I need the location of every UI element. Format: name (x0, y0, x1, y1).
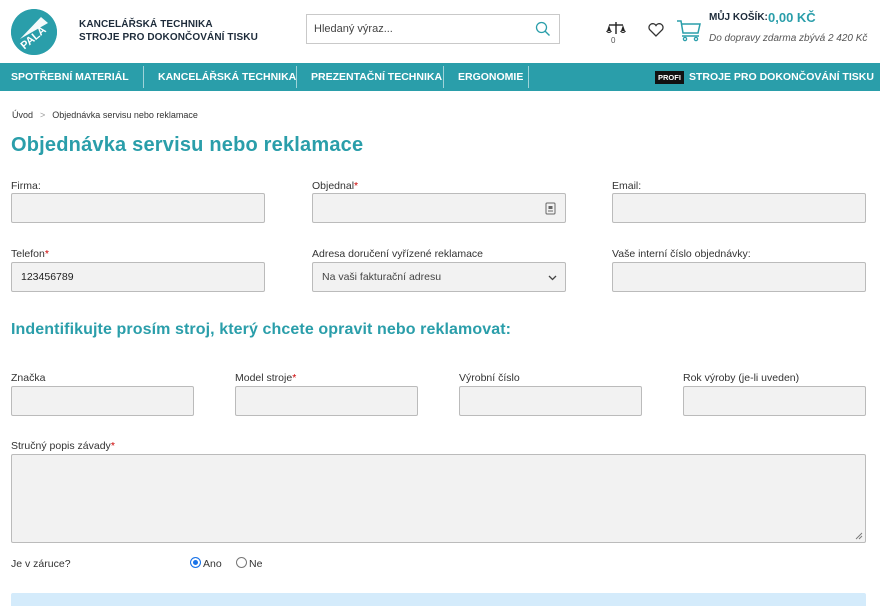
required-mark: * (354, 180, 359, 192)
required-mark: * (292, 372, 297, 384)
brand-text[interactable]: KANCELÁŘSKÁ TECHNIKA STROJE PRO DOKONČOV… (79, 18, 258, 44)
cart-price[interactable]: 0,00 KČ (768, 10, 816, 25)
free-shipping-note: Do dopravy zdarma zbývá 2 420 Kč (709, 33, 868, 44)
objednal-label-text: Objednal (312, 180, 355, 192)
nav-divider (143, 66, 144, 88)
popis-field (11, 454, 866, 543)
required-mark: * (110, 440, 115, 452)
search-box (306, 14, 560, 44)
model-label-text: Model stroje (235, 372, 293, 384)
vyrobni-cislo-field (459, 386, 642, 416)
rok-vyroby-label: Rok výroby (je-li uveden) (683, 372, 800, 384)
adresa-select[interactable]: Na vaši fakturační adresu (313, 263, 565, 291)
nav-divider (296, 66, 297, 88)
search-icon[interactable] (535, 21, 551, 37)
info-box (11, 593, 866, 606)
nav-item-prezentacni-technika[interactable]: PREZENTAČNÍ TECHNIKA (311, 63, 442, 91)
rok-vyroby-field (683, 386, 866, 416)
firma-label: Firma: (11, 180, 41, 192)
logo[interactable]: PALA (11, 9, 57, 55)
nav-divider (443, 66, 444, 88)
firma-field (11, 193, 265, 223)
profi-badge: PROFI (655, 71, 684, 84)
objednal-input[interactable] (313, 194, 565, 222)
vyrobni-cislo-input[interactable] (460, 387, 641, 415)
znacka-label: Značka (11, 372, 46, 384)
breadcrumb: Úvod > Objednávka servisu nebo reklamace (12, 110, 198, 120)
zaruka-ne-label[interactable]: Ne (249, 558, 262, 570)
brand-line1: KANCELÁŘSKÁ TECHNIKA (79, 19, 213, 30)
compare-count: 0 (611, 36, 616, 45)
adresa-label: Adresa doručení vyřízené reklamace (312, 248, 483, 260)
firma-input[interactable] (12, 194, 264, 222)
breadcrumb-current: Objednávka servisu nebo reklamace (52, 110, 198, 120)
znacka-field (11, 386, 194, 416)
machine-section-title: Indentifikujte prosím stroj, který chcet… (11, 321, 512, 338)
model-field (235, 386, 418, 416)
model-label: Model stroje* (235, 372, 296, 384)
adresa-select-field: Na vaši fakturační adresu (312, 262, 566, 292)
telefon-label-text: Telefon (11, 248, 45, 260)
nav-item-spotrebni-material[interactable]: SPOTŘEBNÍ MATERIÁL (11, 63, 129, 91)
popis-label: Stručný popis závady* (11, 440, 115, 452)
interni-cislo-field (612, 262, 866, 292)
key-icon[interactable] (545, 202, 556, 215)
zaruka-ano-label[interactable]: Ano (203, 558, 222, 570)
breadcrumb-home[interactable]: Úvod (12, 110, 33, 120)
heart-icon[interactable] (647, 21, 665, 39)
zaruka-ne-radio[interactable] (236, 557, 247, 568)
zaruka-ano-radio[interactable] (190, 557, 201, 568)
email-field (612, 193, 866, 223)
logo-mark: PALA (11, 9, 57, 55)
telefon-field (11, 262, 265, 292)
main-nav: SPOTŘEBNÍ MATERIÁL KANCELÁŘSKÁ TECHNIKA … (0, 63, 880, 91)
interni-cislo-input[interactable] (613, 263, 865, 291)
rok-vyroby-input[interactable] (684, 387, 865, 415)
search-input[interactable] (314, 15, 534, 43)
popis-label-text: Stručný popis závady (11, 440, 111, 452)
header: PALA KANCELÁŘSKÁ TECHNIKA STROJE PRO DOK… (0, 0, 880, 62)
nav-item-kancelarska-technika[interactable]: KANCELÁŘSKÁ TECHNIKA (158, 63, 296, 91)
resize-grip-icon[interactable] (855, 532, 863, 540)
page-title: Objednávka servisu nebo reklamace (11, 134, 364, 156)
model-input[interactable] (236, 387, 417, 415)
nav-item-ergonomie[interactable]: ERGONOMIE (458, 63, 523, 91)
breadcrumb-separator: > (40, 110, 46, 120)
vyrobni-cislo-label: Výrobní číslo (459, 372, 520, 384)
nav-item-profi-stroje[interactable]: STROJE PRO DOKONČOVÁNÍ TISKU (689, 63, 874, 91)
email-label: Email: (612, 180, 642, 192)
email-input[interactable] (613, 194, 865, 222)
cart-icon[interactable] (676, 17, 702, 43)
cart-label[interactable]: MŮJ KOŠÍK: (709, 12, 768, 23)
nav-divider (528, 66, 529, 88)
telefon-input[interactable] (12, 263, 264, 291)
zaruka-label: Je v záruce? (11, 558, 71, 570)
compare-scales-icon[interactable] (606, 20, 626, 44)
brand-line2: STROJE PRO DOKONČOVÁNÍ TISKU (79, 32, 258, 43)
objednal-label: Objednal* (312, 180, 358, 192)
popis-textarea[interactable] (12, 455, 865, 542)
telefon-label: Telefon* (11, 248, 49, 260)
required-mark: * (44, 248, 49, 260)
znacka-input[interactable] (12, 387, 193, 415)
objednal-field (312, 193, 566, 223)
interni-cislo-label: Vaše interní číslo objednávky: (612, 248, 751, 260)
